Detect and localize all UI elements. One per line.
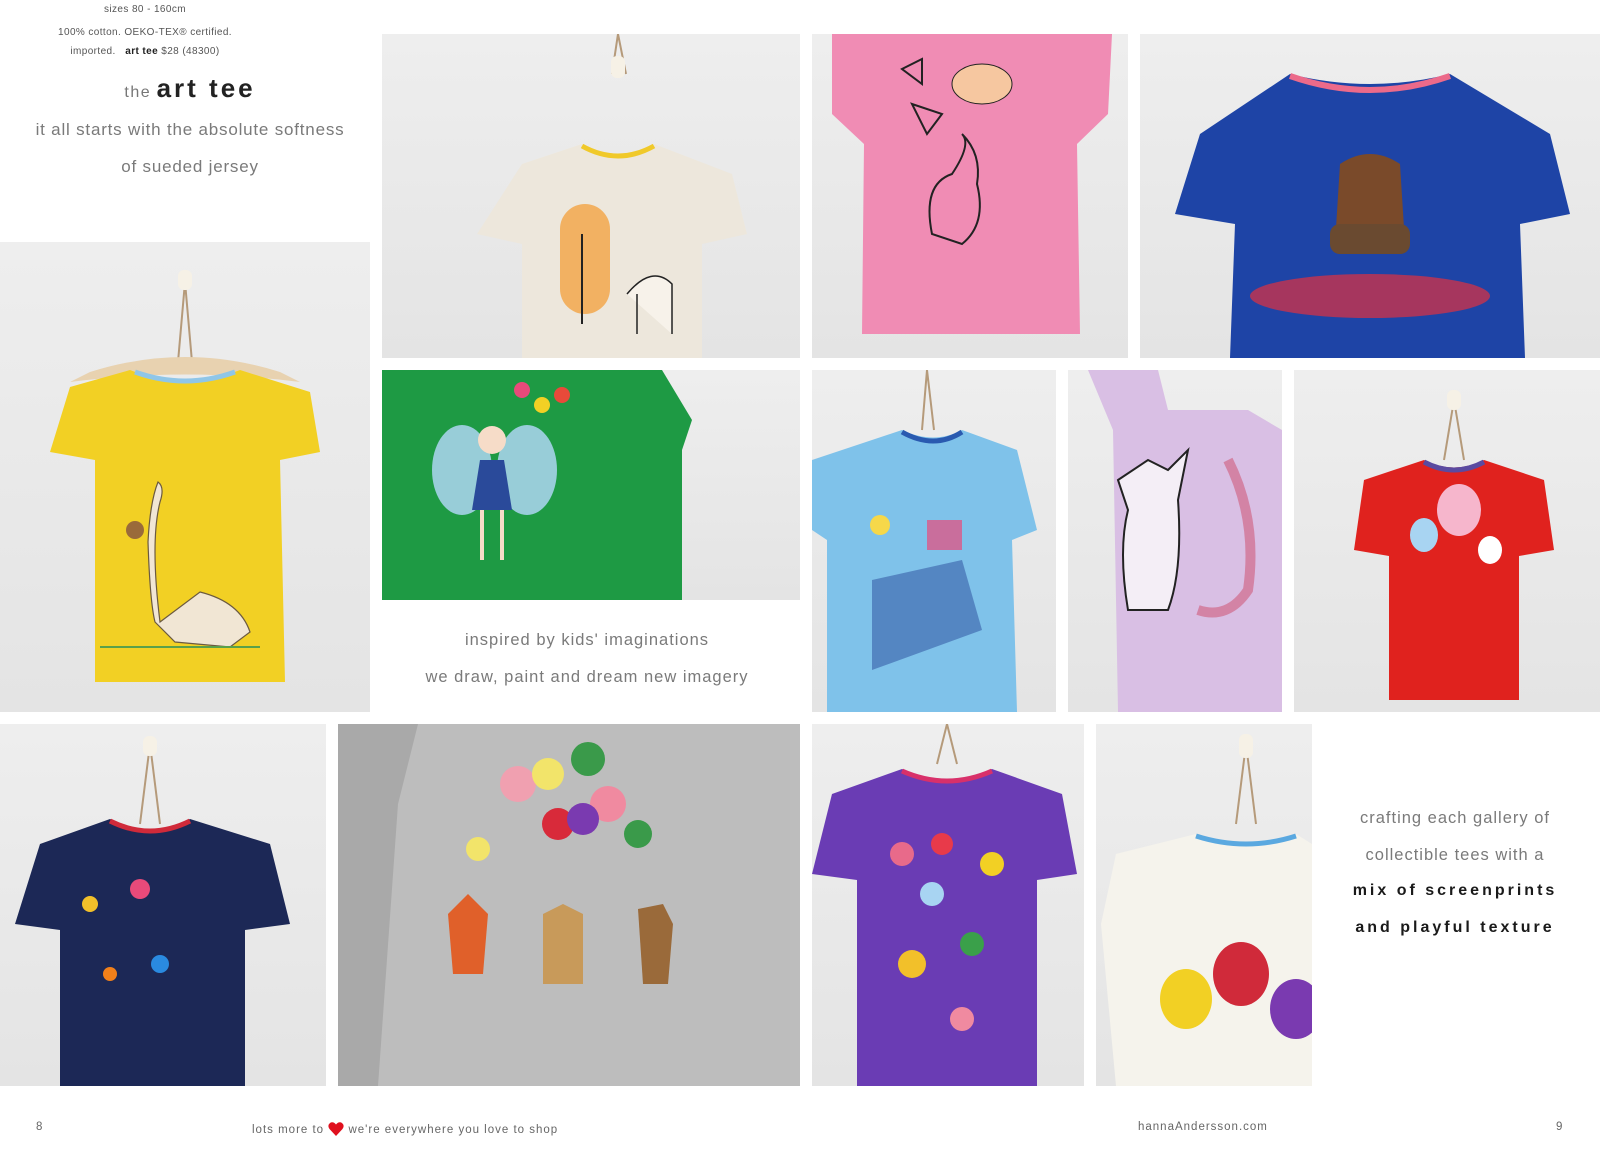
craft-text-block: crafting each gallery of collectible tee… <box>1310 800 1600 946</box>
photo-red-balloon-tee <box>1294 370 1600 712</box>
price-line: imported. art tee $28 (48300) <box>0 42 290 61</box>
website-link[interactable]: hannaAndersson.com <box>1138 1121 1268 1133</box>
page-number-right: 9 <box>1556 1121 1564 1133</box>
promo-left-text: lots more to <box>252 1124 325 1136</box>
inspire-line-2: we draw, paint and dream new imagery <box>425 668 749 686</box>
fabric-text: 100% cotton. OEKO-TEX® certified. <box>58 27 232 38</box>
photo-navy-flowers-tee <box>0 724 326 1086</box>
heart-icon <box>328 1122 344 1136</box>
craft-line-2: collectible tees with a <box>1365 845 1545 864</box>
intro-title: the art tee <box>20 70 360 111</box>
product-details: sizes 80 - 160cm 100% cotton. OEKO-TEX® … <box>0 0 290 61</box>
craft-line-1: crafting each gallery of <box>1359 809 1550 827</box>
page-footer: 8 lots more to we're everywhere you love… <box>0 1118 1600 1140</box>
photo-lightblue-map-tee <box>812 370 1056 712</box>
photo-yellow-dinosaur-tee <box>0 242 370 712</box>
intro-title-small: the <box>124 84 152 101</box>
page-number-left: 8 <box>36 1121 44 1133</box>
promo-right-text: we're everywhere you love to shop <box>348 1124 559 1136</box>
imported-text: imported. <box>70 46 116 57</box>
intro-line-1: it all starts with the absolute softness <box>35 120 345 139</box>
inspire-line-1: inspired by kids' imaginations <box>464 631 710 649</box>
photo-white-beetles-tee <box>1096 724 1312 1086</box>
sizes-text: sizes 80 - 160cm <box>104 4 186 15</box>
photo-oatmeal-deer-tee <box>382 34 800 358</box>
product-price: $28 (48300) <box>161 46 220 57</box>
photo-blue-bear-tee <box>1140 34 1600 358</box>
photo-pink-bunny-tee <box>812 34 1128 358</box>
craft-line-3: mix of screenprints <box>1352 882 1558 899</box>
inspire-text-block: inspired by kids' imaginations we draw, … <box>382 622 792 696</box>
promo-line: lots more to we're everywhere you love t… <box>252 1121 558 1137</box>
photo-purple-birds-tee <box>812 724 1084 1086</box>
photo-gray-balloons-tee <box>338 724 800 1086</box>
photo-lavender-fox-tee <box>1068 370 1282 712</box>
product-name: art tee <box>125 46 159 57</box>
craft-line-4: and playful texture <box>1355 918 1555 936</box>
intro-title-big: art tee <box>156 73 256 103</box>
photo-green-fairy-tee <box>382 370 800 600</box>
intro-line-2: of sueded jersey <box>121 157 259 176</box>
intro-text-block: the art tee it all starts with the absol… <box>20 70 360 185</box>
